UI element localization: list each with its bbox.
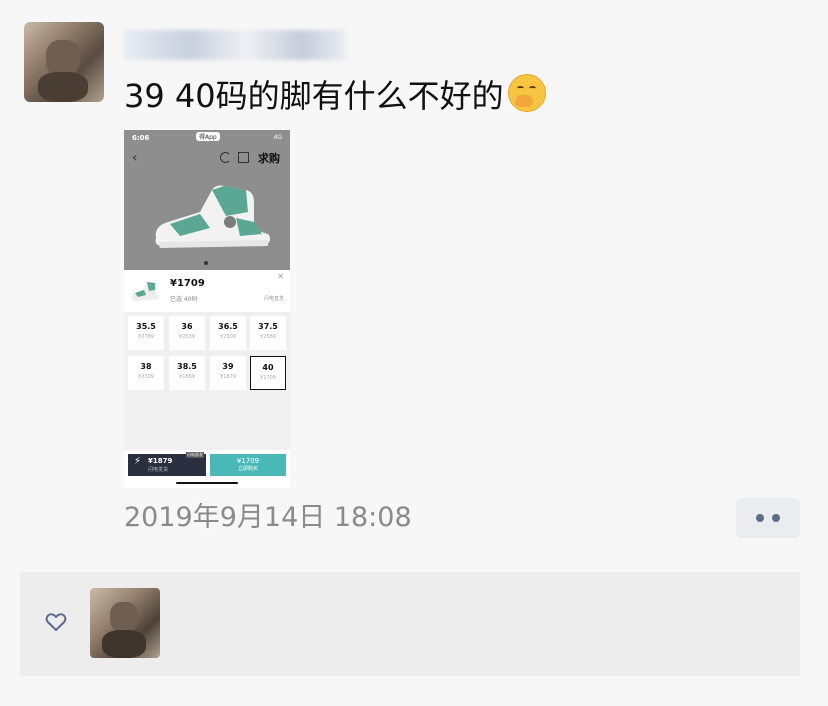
- signal-indicator: 4G: [273, 134, 282, 141]
- product-price: ¥1709: [170, 278, 205, 289]
- buy-sub: 立即购买: [237, 466, 258, 472]
- back-icon: ‹: [132, 150, 138, 166]
- size-cell: 39 ¥1879: [210, 356, 246, 390]
- home-indicator: [176, 482, 238, 484]
- size-price: ¥1879: [220, 374, 236, 380]
- size-cell: 38 ¥2309: [128, 356, 164, 390]
- lightning-icon: ⚡: [134, 456, 142, 467]
- size-price: ¥1709: [260, 375, 276, 381]
- more-dots-icon[interactable]: [736, 498, 800, 538]
- size-cell: 35.5 ¥2789: [128, 316, 164, 350]
- size-value: 38.5: [177, 362, 197, 371]
- buy-now-button: ¥1709 立即购买: [210, 454, 286, 476]
- size-value: 36.5: [218, 322, 238, 331]
- size-value: 36: [181, 322, 193, 331]
- size-price: ¥2539: [179, 334, 195, 340]
- author-avatar[interactable]: [24, 22, 104, 102]
- express-buy-button: ⚡ ¥1879 闪电发货 闪电直发: [128, 452, 206, 476]
- size-cell: 36.5 ¥2309: [210, 316, 246, 350]
- status-time: 6:06: [132, 134, 150, 142]
- close-icon: ✕: [277, 272, 284, 281]
- sneaker-image: [155, 185, 270, 248]
- app-pill: 得App: [196, 132, 220, 141]
- post-text-content: 39 40码的脚有什么不好的: [124, 77, 504, 115]
- size-price: ¥2309: [138, 374, 154, 380]
- share-icon: [238, 152, 249, 163]
- chosen-size: 已选 40码: [170, 296, 198, 303]
- size-cell: 36 ¥2539: [169, 316, 205, 350]
- size-value: 38: [140, 362, 152, 371]
- buy-price: ¥1709: [236, 457, 260, 465]
- product-hero: 6:06 得App 4G ‹ 求购: [124, 130, 290, 270]
- mini-link: 闪电直发: [263, 296, 284, 302]
- size-value: 37.5: [258, 322, 278, 331]
- size-grid: 35.5 ¥2789 36 ¥2539 36.5 ¥2309 37.5 ¥2589 38…: [124, 312, 290, 450]
- express-price: ¥1879: [148, 457, 173, 465]
- size-price: ¥1869: [179, 374, 195, 380]
- liker-avatar[interactable]: [90, 588, 160, 658]
- purchase-bar: ⚡ ¥1879 闪电发货 闪电直发 ¥1709 立即购买: [124, 450, 290, 488]
- size-cell-selected: 40 ¥1709: [250, 356, 286, 390]
- buy-request-label: 求购: [258, 152, 280, 165]
- express-sub: 闪电发货: [148, 467, 169, 473]
- express-tag: 闪电直发: [186, 452, 204, 458]
- size-price: ¥2309: [220, 334, 236, 340]
- size-value: 35.5: [136, 322, 156, 331]
- product-card: ¥1709 已选 40码 ✕ 闪电直发: [124, 270, 290, 312]
- face-with-hand-over-mouth-icon: [507, 74, 546, 112]
- size-price: ¥2789: [138, 334, 154, 340]
- size-price: ¥2589: [260, 334, 276, 340]
- sneaker-thumbnail: [132, 282, 159, 301]
- post-image[interactable]: 6:06 得App 4G ‹ 求购 ¥1709 已选 40码 ✕ 闪电直发 35…: [124, 130, 290, 488]
- size-cell: 37.5 ¥2589: [250, 316, 286, 350]
- size-cell: 38.5 ¥1869: [169, 356, 205, 390]
- post-text: 39 40码的脚有什么不好的: [124, 74, 546, 118]
- carousel-dot: [204, 261, 208, 265]
- heart-icon: [45, 613, 67, 631]
- author-name[interactable]: [124, 30, 346, 60]
- post-timestamp: 2019年9月14日 18:08: [124, 502, 412, 533]
- service-icon: [220, 152, 231, 163]
- size-value: 39: [222, 362, 234, 371]
- size-value: 40: [262, 363, 274, 372]
